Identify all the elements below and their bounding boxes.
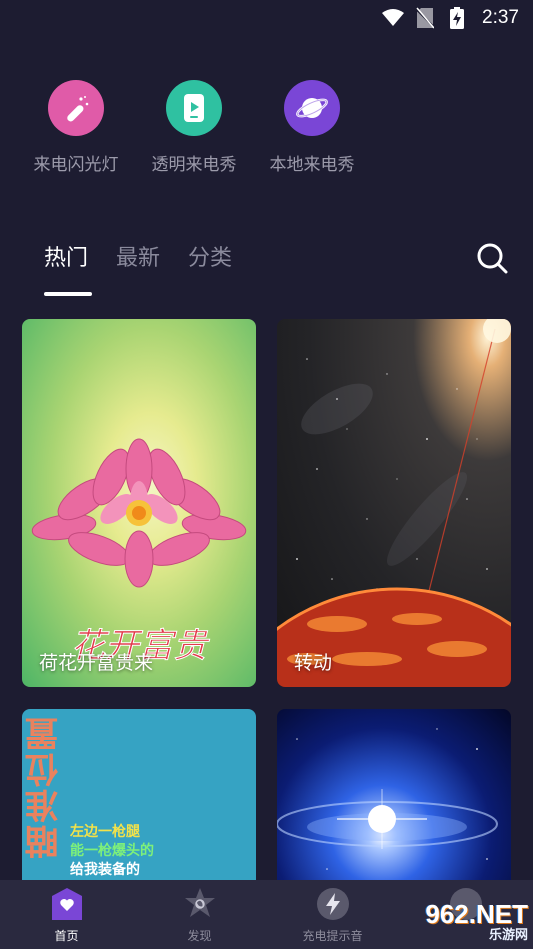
- video-card-lotus[interactable]: 花开富贵 荷花开富贵来: [22, 319, 256, 687]
- tab-hot[interactable]: 热门: [44, 240, 88, 272]
- discover-icon: [182, 886, 218, 922]
- tab-category[interactable]: 分类: [188, 240, 232, 272]
- home-heart-icon: [49, 886, 85, 922]
- feature-local-call[interactable]: 本地来电秀: [256, 80, 368, 175]
- nav-home[interactable]: 首页: [0, 880, 133, 949]
- site-watermark: 962.NET 乐游网: [392, 898, 528, 944]
- card-art-line-1: 左边一枪腿: [70, 824, 140, 840]
- status-bar: 2:37: [0, 0, 533, 36]
- category-tabs: 热门 最新 分类: [44, 240, 232, 296]
- card-title: 转动: [294, 652, 333, 674]
- phone-play-icon: [166, 80, 222, 136]
- planet-icon: [284, 80, 340, 136]
- card-art-line-3: 给我装备的: [70, 862, 140, 878]
- card-art-line-2: 能一枪爆头的: [70, 843, 154, 859]
- battery-charging-icon: [446, 7, 468, 29]
- feature-transparent-call[interactable]: 透明来电秀: [138, 80, 250, 175]
- wifi-icon: [382, 7, 405, 29]
- feature-label: 本地来电秀: [269, 155, 355, 175]
- nav-charging-sound[interactable]: 充电提示音: [266, 880, 399, 949]
- search-icon: [476, 242, 508, 278]
- charging-icon: [315, 886, 351, 922]
- feature-shortcuts: 来电闪光灯 透明来电秀 本地来电秀: [20, 80, 368, 175]
- active-tab-indicator: [44, 292, 92, 296]
- feature-label: 来电闪光灯: [33, 155, 119, 175]
- status-time: 2:37: [482, 7, 519, 28]
- space-planet-image: [277, 319, 511, 687]
- galaxy-image: [277, 728, 498, 870]
- card-art-vertical-text: 瞄准位置: [25, 715, 65, 859]
- watermark-site-name: 乐游网: [488, 926, 528, 942]
- video-card-text-art[interactable]: 瞄准位置 左边一枪腿 能一枪爆头的 给我装备的: [22, 709, 256, 889]
- card-title: 荷花开富贵来: [39, 652, 154, 674]
- nav-discover[interactable]: 发现: [133, 880, 266, 949]
- watermark-logo-text: 962.NET: [425, 898, 528, 929]
- nav-label: 充电提示音: [302, 929, 363, 943]
- search-button[interactable]: [474, 242, 510, 278]
- feature-flashlight[interactable]: 来电闪光灯: [20, 80, 132, 175]
- feature-label: 透明来电秀: [151, 155, 237, 175]
- lotus-image: 花开富贵: [31, 438, 247, 667]
- no-sim-icon: [414, 7, 436, 29]
- magic-wand-icon: [48, 80, 104, 136]
- nav-label: 首页: [54, 929, 79, 943]
- tab-latest[interactable]: 最新: [116, 240, 160, 272]
- video-card-galaxy[interactable]: [277, 709, 511, 889]
- video-card-rotate[interactable]: 转动: [277, 319, 511, 687]
- nav-label: 发现: [187, 929, 212, 943]
